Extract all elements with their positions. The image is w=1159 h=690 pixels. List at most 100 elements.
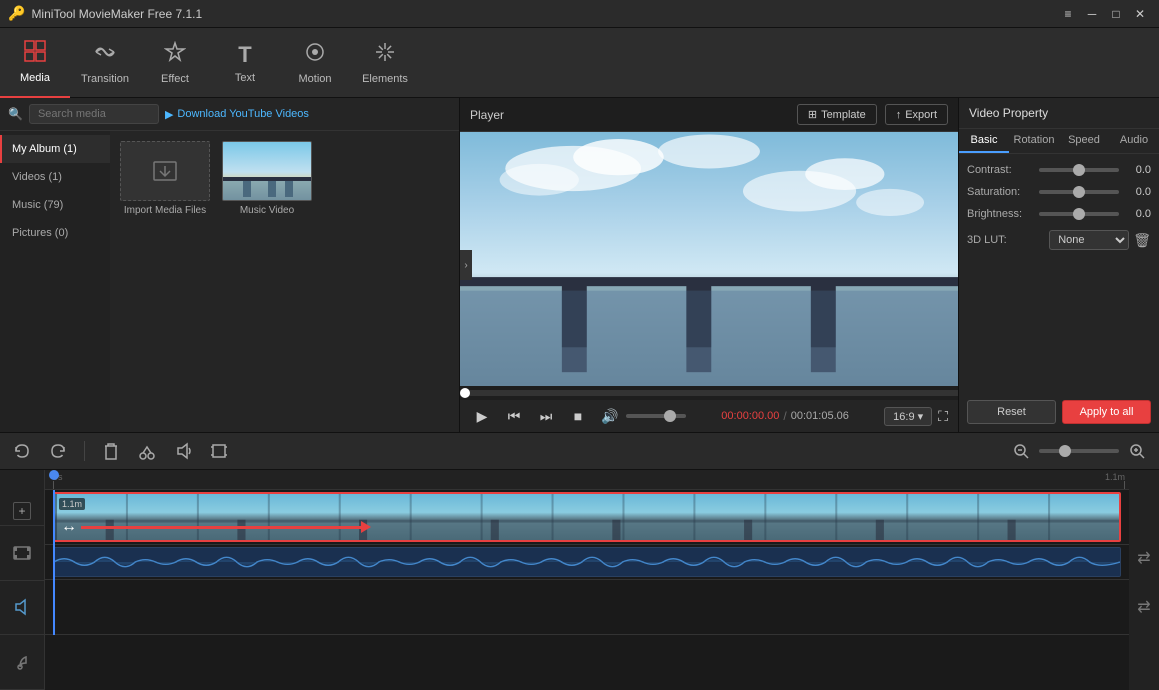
lut-label: 3D LUT: — [967, 234, 1007, 246]
sidebar-item-videos[interactable]: Videos (1) — [0, 163, 110, 191]
app-icon: 🔑 — [8, 5, 25, 22]
brightness-slider[interactable] — [1039, 212, 1119, 216]
audio-waveform-row — [45, 545, 1129, 580]
apply-all-button[interactable]: Apply to all — [1062, 400, 1151, 424]
youtube-icon: ▶ — [165, 108, 173, 121]
toolbar-transition-label: Transition — [81, 73, 129, 85]
tab-rotation[interactable]: Rotation — [1009, 129, 1059, 153]
close-button[interactable]: ✕ — [1129, 5, 1151, 23]
crop-button[interactable] — [205, 437, 233, 465]
player-controls-left: ▶ ⏮ ⏭ ■ 🔊 — [470, 404, 686, 428]
transition-icon — [94, 41, 116, 69]
sidebar-item-my-album[interactable]: My Album (1) — [0, 135, 110, 163]
timeline-track-labels: + — [0, 470, 45, 690]
zoom-out-button[interactable] — [1007, 437, 1035, 465]
elements-icon — [374, 41, 396, 69]
toolbar-effect-label: Effect — [161, 73, 189, 85]
aspect-ratio-button[interactable]: 16:9 ▾ — [884, 407, 932, 426]
media-icon — [24, 40, 46, 68]
toolbar-elements[interactable]: Elements — [350, 28, 420, 98]
delete-button[interactable] — [97, 437, 125, 465]
media-toolbar: 🔍 ▶ Download YouTube Videos — [0, 98, 459, 131]
player-progress-bar[interactable] — [460, 390, 958, 396]
volume-icon[interactable]: 🔊 — [598, 404, 622, 428]
player-controls: ▶ ⏮ ⏭ ■ 🔊 00:00:00.00 / 00:01:05.06 16:9… — [460, 400, 958, 432]
left-panel: 🔍 ▶ Download YouTube Videos My Album (1)… — [0, 98, 460, 432]
search-media-input[interactable] — [29, 104, 159, 124]
cut-button[interactable] — [133, 437, 161, 465]
zoom-in-button[interactable] — [1123, 437, 1151, 465]
video-clip[interactable]: 1.1m — [53, 492, 1121, 542]
add-track-button[interactable]: + — [13, 502, 31, 520]
sidebar-item-pictures[interactable]: Pictures (0) — [0, 219, 110, 247]
lut-row: 3D LUT: None 🗑 — [967, 230, 1151, 250]
tab-speed[interactable]: Speed — [1059, 129, 1109, 153]
saturation-row: Saturation: 0.0 — [967, 186, 1151, 198]
total-time: 00:01:05.06 — [791, 410, 849, 422]
saturation-slider[interactable] — [1039, 190, 1119, 194]
fullscreen-button[interactable]: ⛶ — [938, 408, 948, 425]
main-toolbar: Media Transition Effect T Text Motion El… — [0, 28, 1159, 98]
export-button[interactable]: ↑ Export — [885, 104, 948, 125]
stop-button[interactable]: ■ — [566, 404, 590, 428]
import-media-label: Import Media Files — [124, 205, 206, 216]
minimize-button[interactable]: ─ — [1081, 5, 1103, 23]
tab-basic[interactable]: Basic — [959, 129, 1009, 153]
current-time: 00:00:00.00 — [721, 410, 779, 422]
contrast-slider[interactable] — [1039, 168, 1119, 172]
play-button[interactable]: ▶ — [470, 404, 494, 428]
undo-button[interactable] — [8, 437, 36, 465]
chevron-down-icon: ▾ — [918, 411, 924, 423]
player-title: Player — [470, 108, 504, 122]
toolbar-text[interactable]: T Text — [210, 28, 280, 98]
text-icon: T — [238, 42, 251, 68]
import-media-item[interactable]: Import Media Files — [120, 141, 210, 216]
music-track-label — [0, 635, 44, 690]
contrast-row: Contrast: 0.0 — [967, 164, 1151, 176]
toolbar-motion[interactable]: Motion — [280, 28, 350, 98]
right-panel: Video Property Basic Rotation Speed Audi… — [959, 98, 1159, 432]
swap-audio-button[interactable]: ⇄ — [1132, 595, 1156, 619]
toolbar-media-label: Media — [20, 72, 50, 84]
player-progress-thumb — [460, 388, 470, 398]
lut-select[interactable]: None — [1049, 230, 1129, 250]
step-forward-button[interactable]: ⏭ — [534, 404, 558, 428]
music-video-item[interactable]: ▶ ✓ — [222, 141, 312, 216]
audio-detach-button[interactable] — [169, 437, 197, 465]
volume-slider[interactable] — [626, 414, 686, 418]
download-youtube-button[interactable]: ▶ Download YouTube Videos — [165, 108, 309, 121]
swap-video-button[interactable]: ⇄ — [1132, 546, 1156, 570]
property-tabs: Basic Rotation Speed Audio — [959, 129, 1159, 154]
music-video-label: Music Video — [240, 205, 294, 216]
ruler-mark-end: 1.1m — [1105, 472, 1125, 482]
collapse-panel-button[interactable]: › — [460, 250, 472, 280]
timeline-tracks: 1.1m — [45, 490, 1129, 635]
sidebar-item-music[interactable]: Music (79) — [0, 191, 110, 219]
video-property-title: Video Property — [959, 98, 1159, 129]
menu-button[interactable]: ≡ — [1057, 5, 1079, 23]
video-track-row: 1.1m — [45, 490, 1129, 545]
zoom-slider[interactable] — [1039, 449, 1119, 453]
reset-button[interactable]: Reset — [967, 400, 1056, 424]
template-button[interactable]: ⊞ Template — [797, 104, 877, 125]
contrast-slider-container: 0.0 — [1012, 164, 1151, 176]
redo-button[interactable] — [44, 437, 72, 465]
step-back-button[interactable]: ⏮ — [502, 404, 526, 428]
video-track-label — [0, 526, 44, 581]
maximize-button[interactable]: □ — [1105, 5, 1127, 23]
move-cursor-icon: ↔ — [59, 517, 79, 537]
toolbar-media[interactable]: Media — [0, 28, 70, 98]
ruler-line-end — [1124, 481, 1125, 489]
import-media-thumb — [120, 141, 210, 201]
lut-delete-button[interactable]: 🗑 — [1133, 232, 1151, 249]
tab-audio[interactable]: Audio — [1109, 129, 1159, 153]
property-content: Contrast: 0.0 Saturation: 0.0 Brightness… — [959, 154, 1159, 260]
app-title: MiniTool MovieMaker Free 7.1.1 — [31, 7, 202, 21]
toolbar-effect[interactable]: Effect — [140, 28, 210, 98]
video-preview-container — [460, 132, 958, 386]
left-content: My Album (1) Videos (1) Music (79) Pictu… — [0, 131, 459, 432]
sidebar: My Album (1) Videos (1) Music (79) Pictu… — [0, 131, 110, 432]
titlebar-left: 🔑 MiniTool MovieMaker Free 7.1.1 — [8, 5, 202, 22]
move-arrow-overlay: ↔ — [59, 517, 371, 537]
toolbar-transition[interactable]: Transition — [70, 28, 140, 98]
